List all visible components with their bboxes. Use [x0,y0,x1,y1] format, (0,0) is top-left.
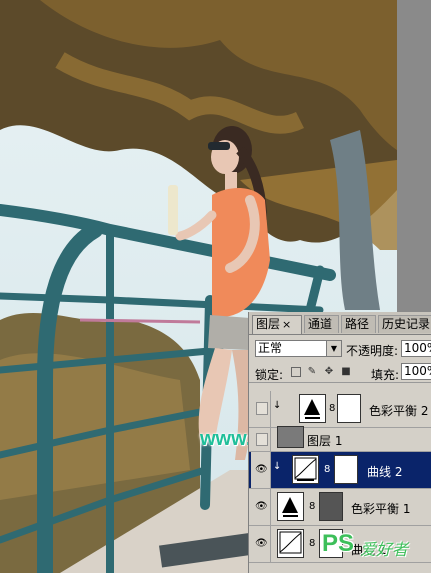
eye-icon[interactable]: 👁 [255,538,268,549]
tab-channels-label: 通道 [308,317,333,331]
close-icon[interactable]: × [282,318,291,331]
lock-paint-icon[interactable]: ✎ [307,367,317,377]
clip-arrow-icon: ↓ [273,400,282,411]
lock-move-icon[interactable]: ✥ [324,367,334,377]
clip-arrow-icon: ↓ [273,461,282,472]
tab-channels[interactable]: 通道 [304,315,339,333]
chevron-down-icon[interactable]: ▼ [326,341,341,356]
tab-history-label: 历史记录 [382,317,431,331]
link-icon[interactable]: 8 [324,464,330,475]
visibility-toggle[interactable]: 👁 [251,489,271,525]
curves-icon [292,455,319,484]
layer-row[interactable]: 👁 8 色彩平衡 1 [249,489,431,526]
layer-thumbnail[interactable] [277,426,304,448]
layer-name: 图层 1 [307,434,343,448]
visibility-toggle[interactable]: 👁 [251,452,271,488]
color-balance-icon [277,492,304,521]
layer-mask-thumbnail[interactable] [337,394,361,423]
opacity-label: 不透明度: [346,344,399,358]
visibility-toggle[interactable] [251,391,271,427]
lock-row: 锁定: ✎ ✥ ■ 填充: 100% [249,362,431,383]
tab-layers-label: 图层 [256,317,281,331]
eye-icon[interactable]: 👁 [255,501,268,512]
lock-transparent-icon[interactable] [291,367,301,377]
fill-label: 填充: [371,368,400,382]
link-icon[interactable]: 8 [309,501,315,512]
tab-layers[interactable]: 图层 × [252,315,302,334]
visibility-toggle[interactable] [251,428,271,451]
tab-history[interactable]: 历史记录 [378,315,431,333]
visibility-off-icon[interactable] [256,402,268,415]
link-icon[interactable]: 8 [309,538,315,549]
layer-name: 曲线 2 [367,465,403,479]
layer-name: 色彩平衡 2 [369,404,429,418]
tab-paths-label: 路径 [345,317,370,331]
layer-row-selected[interactable]: 👁 ↓ 8 曲线 2 [249,452,431,489]
fill-input[interactable]: 100% [401,363,431,380]
layer-mask-thumbnail[interactable] [334,455,358,484]
site-logo-text: 爱好者 [360,540,409,559]
visibility-toggle[interactable]: 👁 [251,526,271,562]
lock-label: 锁定: [255,368,284,382]
eye-icon[interactable]: 👁 [255,464,268,475]
link-icon[interactable]: 8 [329,403,335,414]
lock-all-icon[interactable]: ■ [341,367,351,377]
blend-mode-value: 正常 [258,341,283,355]
curves-icon [277,529,304,558]
canvas-gutter [397,0,431,312]
layer-mask-thumbnail[interactable] [319,492,343,521]
blend-mode-select[interactable]: 正常 ▼ [255,340,342,357]
layer-name: 色彩平衡 1 [351,502,411,516]
tab-paths[interactable]: 路径 [341,315,376,333]
site-logo-ps: PS [322,530,355,557]
color-balance-icon [299,394,326,423]
layer-row[interactable]: 图层 1 [249,426,431,452]
opacity-input[interactable]: 100% [401,340,431,357]
blend-row: 正常 ▼ 不透明度: 100% [249,338,431,360]
visibility-off-icon[interactable] [256,433,268,446]
panel-tabs: 图层 × 通道 路径 历史记录 [249,312,431,335]
layer-row[interactable]: ↓ 8 色彩平衡 2 [249,391,431,428]
